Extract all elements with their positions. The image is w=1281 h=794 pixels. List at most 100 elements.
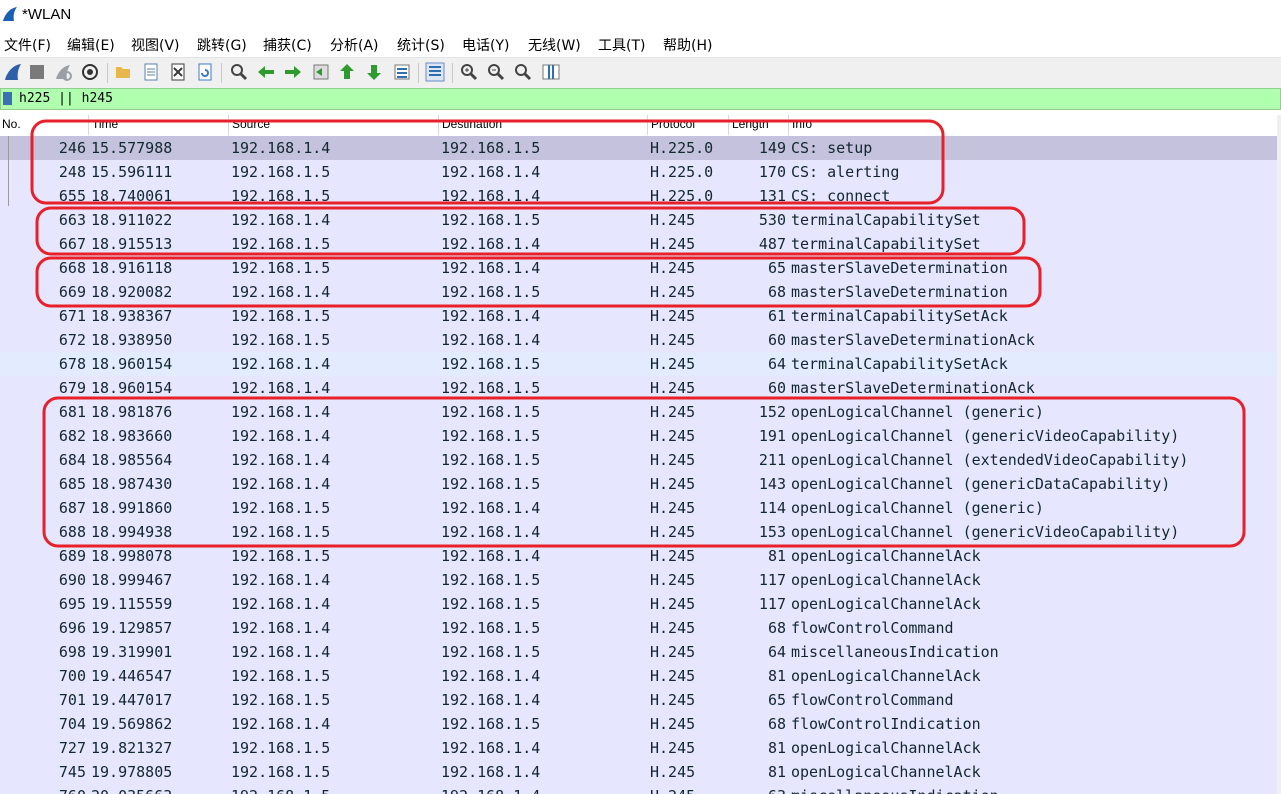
packet-length: 131 [758, 187, 786, 205]
packet-row[interactable]: 246 15.577988 192.168.1.4 192.168.1.5 H.225.… [0, 136, 1277, 160]
filter-bookmark-icon[interactable] [3, 92, 12, 105]
menu-item-7[interactable]: 电话(Y) [462, 35, 509, 55]
packet-row[interactable]: 668 18.916118 192.168.1.5 192.168.1.4 H.245 6… [0, 256, 1277, 280]
menu-item-1[interactable]: 编辑(E) [67, 35, 115, 55]
col-info-header[interactable]: Info [792, 117, 812, 131]
column-divider[interactable] [228, 115, 229, 135]
menu-item-4[interactable]: 捕获(C) [263, 35, 312, 55]
go-to-packet-icon[interactable] [311, 62, 331, 82]
packet-row[interactable]: 687 18.991860 192.168.1.5 192.168.1.4 H.245 1… [0, 496, 1277, 520]
vertical-scrollbar[interactable] [1277, 115, 1281, 794]
col-protocol-header[interactable]: Protocol [651, 117, 695, 131]
packet-row[interactable]: 667 18.915513 192.168.1.5 192.168.1.4 H.245 4… [0, 232, 1277, 256]
packet-time: 15.596111 [91, 163, 173, 181]
packet-protocol: H.245 [650, 547, 696, 565]
packet-row[interactable]: 689 18.998078 192.168.1.5 192.168.1.4 H.245 8… [0, 544, 1277, 568]
menu-item-9[interactable]: 工具(T) [598, 35, 645, 55]
packet-row[interactable]: 696 19.129857 192.168.1.4 192.168.1.5 H.245 6… [0, 616, 1277, 640]
capture-options-icon[interactable] [80, 62, 100, 82]
packet-row[interactable]: 684 18.985564 192.168.1.4 192.168.1.5 H.245 2… [0, 448, 1277, 472]
zoom-out-icon[interactable] [486, 62, 506, 82]
packet-time: 19.446547 [91, 667, 173, 685]
zoom-in-icon[interactable] [459, 62, 479, 82]
col-time-header[interactable]: Time [92, 117, 118, 131]
colorize-icon[interactable] [425, 62, 445, 82]
column-divider[interactable] [88, 115, 89, 135]
packet-row[interactable]: 682 18.983660 192.168.1.4 192.168.1.5 H.245 1… [0, 424, 1277, 448]
menu-item-2[interactable]: 视图(V) [131, 35, 180, 55]
packet-row[interactable]: 663 18.911022 192.168.1.4 192.168.1.5 H.245 5… [0, 208, 1277, 232]
packet-row[interactable]: 700 19.446547 192.168.1.5 192.168.1.4 H.245 8… [0, 664, 1277, 688]
packet-protocol: H.245 [650, 355, 696, 373]
save-file-icon[interactable] [141, 62, 161, 82]
packet-destination: 192.168.1.5 [441, 355, 541, 373]
packet-row[interactable]: 685 18.987430 192.168.1.4 192.168.1.5 H.245 1… [0, 472, 1277, 496]
packet-number: 698 [58, 643, 86, 661]
packet-row[interactable]: 248 15.596111 192.168.1.5 192.168.1.4 H.225.… [0, 160, 1277, 184]
find-packet-icon[interactable] [229, 62, 249, 82]
packet-row[interactable]: 704 19.569862 192.168.1.4 192.168.1.5 H.245 6… [0, 712, 1277, 736]
packet-time: 18.994938 [91, 523, 173, 541]
start-capture-icon[interactable] [3, 62, 23, 82]
packet-length: 170 [758, 163, 786, 181]
restart-capture-icon[interactable] [53, 62, 73, 82]
go-first-packet-icon[interactable] [337, 62, 357, 82]
auto-scroll-icon[interactable] [392, 62, 412, 82]
stop-capture-icon[interactable] [27, 62, 47, 82]
packet-destination: 192.168.1.5 [441, 715, 541, 733]
packet-length: 68 [767, 619, 786, 637]
packet-list[interactable]: 246 15.577988 192.168.1.4 192.168.1.5 H.225.… [0, 136, 1281, 794]
close-file-icon[interactable] [168, 62, 188, 82]
packet-source: 192.168.1.4 [231, 619, 331, 637]
packet-length: 81 [767, 667, 786, 685]
packet-row[interactable]: 679 18.960154 192.168.1.4 192.168.1.5 H.245 6… [0, 376, 1277, 400]
packet-time: 18.981876 [91, 403, 173, 421]
menu-item-8[interactable]: 无线(W) [528, 35, 581, 55]
packet-row[interactable]: 681 18.981876 192.168.1.4 192.168.1.5 H.245 1… [0, 400, 1277, 424]
column-divider[interactable] [788, 115, 789, 135]
packet-row[interactable]: 727 19.821327 192.168.1.5 192.168.1.4 H.245 8… [0, 736, 1277, 760]
packet-time: 18.960154 [91, 379, 173, 397]
column-divider[interactable] [438, 115, 439, 135]
resize-columns-icon[interactable] [541, 62, 561, 82]
packet-protocol: H.245 [650, 283, 696, 301]
column-divider[interactable] [728, 115, 729, 135]
menu-item-10[interactable]: 帮助(H) [663, 35, 712, 55]
packet-destination: 192.168.1.4 [441, 307, 541, 325]
go-back-icon[interactable] [256, 62, 276, 82]
packet-row[interactable]: 671 18.938367 192.168.1.5 192.168.1.4 H.245 6… [0, 304, 1277, 328]
packet-time: 18.983660 [91, 427, 173, 445]
go-forward-icon[interactable] [283, 62, 303, 82]
column-divider[interactable] [647, 115, 648, 135]
col-length-header[interactable]: Length [732, 117, 769, 131]
packet-row[interactable]: 655 18.740061 192.168.1.5 192.168.1.4 H.225.… [0, 184, 1277, 208]
open-file-icon[interactable] [113, 62, 133, 82]
packet-row[interactable]: 760 20.035663 192.168.1.5 192.168.1.4 H.245 6… [0, 784, 1277, 794]
menu-item-6[interactable]: 统计(S) [397, 35, 445, 55]
packet-row[interactable]: 698 19.319901 192.168.1.4 192.168.1.5 H.245 6… [0, 640, 1277, 664]
packet-row[interactable]: 745 19.978805 192.168.1.5 192.168.1.4 H.245 8… [0, 760, 1277, 784]
col-no-header[interactable]: No. [2, 117, 21, 131]
menu-item-0[interactable]: 文件(F) [4, 35, 51, 55]
menu-item-3[interactable]: 跳转(G) [197, 35, 247, 55]
packet-row[interactable]: 669 18.920082 192.168.1.4 192.168.1.5 H.245 6… [0, 280, 1277, 304]
menu-item-5[interactable]: 分析(A) [330, 35, 379, 55]
packet-row[interactable]: 678 18.960154 192.168.1.4 192.168.1.5 H.245 6… [0, 352, 1277, 376]
packet-protocol: H.225.0 [650, 187, 714, 205]
col-destination-header[interactable]: Destination [442, 117, 502, 131]
packet-info: masterSlaveDeterminationAck [791, 379, 1035, 397]
display-filter-input[interactable] [17, 89, 1276, 108]
packet-row[interactable]: 672 18.938950 192.168.1.5 192.168.1.4 H.245 6… [0, 328, 1277, 352]
packet-number: 681 [58, 403, 86, 421]
go-last-packet-icon[interactable] [364, 62, 384, 82]
col-source-header[interactable]: Source [232, 117, 270, 131]
packet-info: openLogicalChannel (genericVideoCapabili… [791, 427, 1180, 445]
packet-row[interactable]: 701 19.447017 192.168.1.5 192.168.1.4 H.245 6… [0, 688, 1277, 712]
packet-row[interactable]: 690 18.999467 192.168.1.4 192.168.1.5 H.245 1… [0, 568, 1277, 592]
packet-row[interactable]: 688 18.994938 192.168.1.5 192.168.1.4 H.245 1… [0, 520, 1277, 544]
reload-file-icon[interactable] [195, 62, 215, 82]
packet-number: 700 [58, 667, 86, 685]
packet-time: 18.916118 [91, 259, 173, 277]
zoom-reset-icon[interactable] [513, 62, 533, 82]
packet-row[interactable]: 695 19.115559 192.168.1.4 192.168.1.5 H.245 1… [0, 592, 1277, 616]
